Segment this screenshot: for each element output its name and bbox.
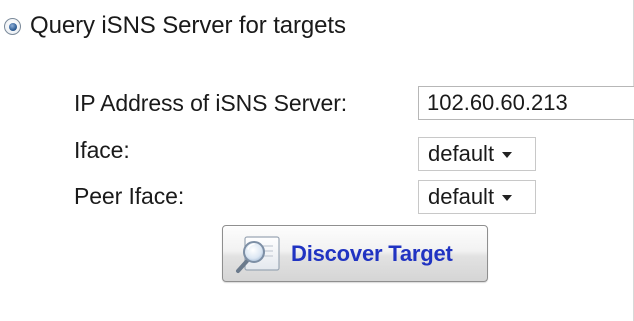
iface-select-value: default [428, 141, 495, 166]
ip-address-input[interactable] [418, 86, 634, 120]
query-isns-label[interactable]: Query iSNS Server for targets [30, 12, 346, 40]
iface-label: Iface: [74, 137, 130, 163]
chevron-down-icon [502, 195, 513, 201]
radio-selected-dot [8, 22, 17, 31]
query-isns-radio[interactable] [4, 18, 21, 35]
discover-target-label: Discover Target [291, 240, 453, 266]
query-isns-option[interactable]: Query iSNS Server for targets [4, 8, 346, 44]
peer-iface-select-value: default [428, 184, 495, 209]
peer-iface-label: Peer Iface: [74, 183, 185, 209]
iface-select[interactable]: default [418, 137, 536, 171]
ip-address-label: IP Address of iSNS Server: [74, 90, 348, 116]
discover-target-button[interactable]: Discover Target [222, 225, 488, 282]
peer-iface-select[interactable]: default [418, 180, 536, 214]
isns-query-panel: Query iSNS Server for targets IP Address… [0, 0, 634, 321]
chevron-down-icon [502, 152, 513, 158]
magnifier-icon [236, 235, 280, 273]
